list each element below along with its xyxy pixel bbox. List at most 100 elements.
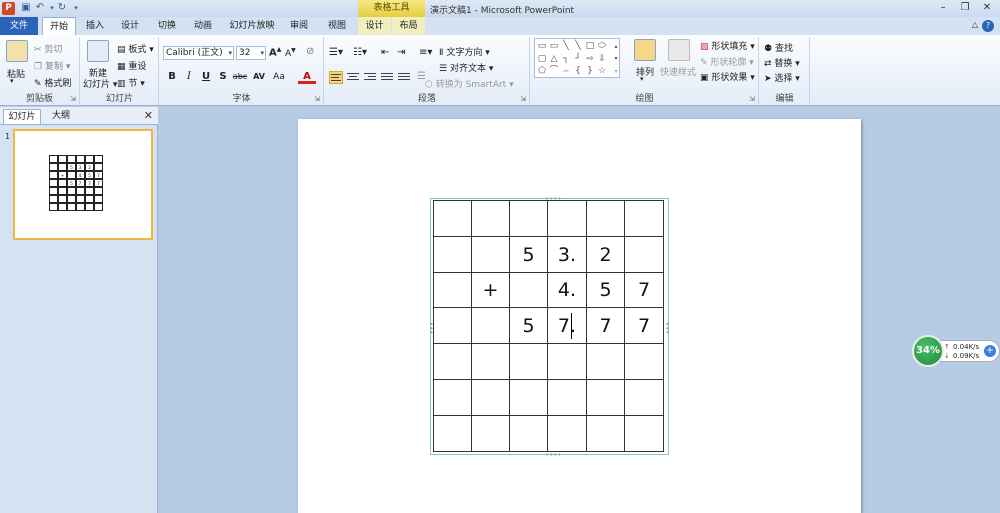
elbow-connector-icon[interactable]: ┐	[561, 55, 571, 64]
arrow-right-shape-icon[interactable]: ⇨	[585, 55, 595, 64]
table-cell[interactable]	[625, 200, 664, 237]
table-cell[interactable]: 4.	[548, 273, 587, 308]
triangle-shape-icon[interactable]: △	[549, 55, 559, 64]
pentagon-shape-icon[interactable]: ⬠	[537, 67, 547, 76]
table-cell[interactable]	[433, 344, 472, 380]
layout-button[interactable]: ▤ 板式 ▾	[117, 42, 154, 56]
right-resize-handle[interactable]: •••	[663, 322, 671, 334]
table-cell[interactable]: 7.	[548, 308, 587, 344]
tab-review[interactable]: 审阅	[284, 17, 314, 35]
elbow-connector-icon-2[interactable]: ┘	[573, 55, 583, 64]
bottom-resize-handle[interactable]: ••••	[545, 452, 562, 459]
table-cell[interactable]	[472, 237, 510, 273]
minimize-icon[interactable]: –	[936, 2, 950, 14]
shadow-button[interactable]: S	[216, 70, 230, 84]
arrow-down-shape-icon[interactable]: ⇩	[597, 55, 607, 64]
table-cell[interactable]: 3.	[548, 237, 587, 273]
new-slide-button[interactable]: 幻灯片 ▾	[83, 77, 117, 90]
top-resize-handle[interactable]: ••••	[545, 196, 562, 203]
gallery-down-icon[interactable]: ▾	[611, 54, 621, 63]
table-cell[interactable]	[433, 308, 472, 344]
rect-shape-icon-2[interactable]: ▭	[549, 42, 559, 51]
bullets-button[interactable]: ☰▾	[329, 47, 343, 58]
table-cell[interactable]	[510, 344, 548, 380]
minimize-ribbon-icon[interactable]: △	[972, 20, 978, 29]
table-cell[interactable]	[548, 416, 587, 452]
shape-outline-button[interactable]: ✎ 形状轮廓 ▾	[700, 55, 754, 69]
distributed-button[interactable]	[397, 71, 411, 84]
table-cell[interactable]	[587, 200, 625, 237]
tab-slides[interactable]: 幻灯片	[3, 109, 41, 124]
star-shape-icon[interactable]: ☆	[597, 67, 607, 76]
shrink-font-button[interactable]: A▼	[285, 47, 296, 59]
font-name-combo[interactable]: Calibri (正文) ▾	[163, 46, 234, 60]
select-button[interactable]: ➤ 选择 ▾	[764, 71, 800, 85]
table-cell[interactable]	[472, 344, 510, 380]
table-cell[interactable]	[510, 273, 548, 308]
tab-design[interactable]: 设计	[115, 17, 145, 35]
table-cell[interactable]	[625, 237, 664, 273]
arrange-button[interactable]: 排列	[636, 65, 654, 78]
quick-styles-button[interactable]: 快速样式	[660, 65, 696, 78]
table-cell[interactable]	[548, 200, 587, 237]
table-cell[interactable]	[433, 380, 472, 416]
shapes-gallery[interactable]: ▭ ▭ ╲ ╲ □ ⬭ ▢ △ ┐ ┘ ⇨ ⇩ ⬠ ⌒ ⌢ { } ☆ ▴ ▾ …	[534, 38, 620, 78]
font-size-dropdown-icon[interactable]: ▾	[260, 47, 264, 59]
table-cell[interactable]	[510, 380, 548, 416]
justify-button[interactable]	[380, 71, 394, 84]
format-painter-button[interactable]: ✎ 格式刷	[34, 76, 71, 90]
table-cell[interactable]	[433, 273, 472, 308]
table-cell[interactable]	[587, 344, 625, 380]
shape-effects-button[interactable]: ▣ 形状效果 ▾	[700, 70, 755, 84]
arc-shape-icon[interactable]: ⌢	[561, 67, 571, 76]
clear-format-icon[interactable]: ⊘	[306, 46, 314, 57]
oval-shape-icon[interactable]: ⬭	[597, 42, 607, 51]
table-cell[interactable]: 2	[587, 237, 625, 273]
find-button[interactable]: ⚉ 查找	[764, 41, 793, 55]
section-button[interactable]: ▥ 节 ▾	[117, 76, 145, 90]
new-slide-icon[interactable]	[87, 40, 109, 62]
paste-dropdown-icon[interactable]: ▾	[10, 77, 14, 85]
arrange-icon[interactable]	[634, 39, 656, 61]
rectangle-shape-icon[interactable]: □	[585, 42, 595, 51]
table-cell[interactable]: 5	[510, 308, 548, 344]
table-cell[interactable]: 7	[625, 308, 664, 344]
rounded-rect-shape-icon[interactable]: ▢	[537, 55, 547, 64]
table-cell[interactable]: +	[472, 273, 510, 308]
align-left-button[interactable]	[329, 71, 343, 84]
copy-button[interactable]: ❐ 复制 ▾	[34, 59, 70, 73]
table-cell[interactable]: 7	[587, 308, 625, 344]
table-cell[interactable]	[625, 344, 664, 380]
clipboard-launcher-icon[interactable]: ⇲	[70, 95, 76, 103]
table-cell[interactable]	[472, 416, 510, 452]
font-launcher-icon[interactable]: ⇲	[314, 95, 320, 103]
tab-file[interactable]: 文件	[0, 17, 38, 35]
table-cell[interactable]	[625, 380, 664, 416]
help-icon[interactable]: ?	[982, 20, 994, 32]
undo-icon[interactable]: ↶	[34, 2, 46, 14]
shape-fill-button[interactable]: ▧ 形状填充 ▾	[700, 39, 755, 53]
left-resize-handle[interactable]: •••	[427, 322, 435, 334]
font-color-button[interactable]: A	[298, 70, 316, 84]
text-direction-button[interactable]: Ⅱ 文字方向 ▾	[439, 45, 490, 59]
tab-home[interactable]: 开始	[42, 17, 76, 36]
table-cell[interactable]: 5	[587, 273, 625, 308]
memory-percent-badge[interactable]: 34%	[912, 335, 944, 367]
customize-qat-icon[interactable]: ▾	[70, 2, 82, 14]
table-cell[interactable]	[472, 200, 510, 237]
slide-thumbnail[interactable]: 5 3. 2 +4. 5 7 5 7. 7 7	[13, 129, 153, 240]
table-cell[interactable]	[625, 416, 664, 452]
font-name-dropdown-icon[interactable]: ▾	[228, 47, 232, 59]
tab-insert[interactable]: 插入	[80, 17, 110, 35]
maximize-icon[interactable]: ❐	[958, 2, 972, 14]
numbering-button[interactable]: ☷▾	[353, 47, 367, 58]
strikethrough-button[interactable]: abc	[232, 70, 248, 84]
table-cell[interactable]	[548, 380, 587, 416]
table-cell[interactable]: 7	[625, 273, 664, 308]
tab-transitions[interactable]: 切换	[152, 17, 182, 35]
increase-indent-icon[interactable]: ⇥	[397, 47, 405, 58]
paste-icon[interactable]	[6, 40, 28, 62]
table-cell[interactable]	[472, 380, 510, 416]
tab-animations[interactable]: 动画	[188, 17, 218, 35]
table-cell[interactable]	[510, 200, 548, 237]
